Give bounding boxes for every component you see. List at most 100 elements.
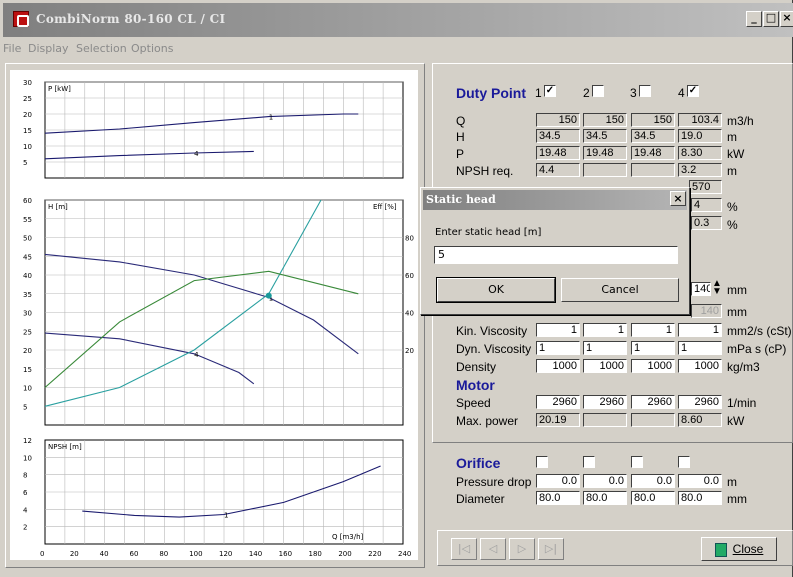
speed-unit: 1/min: [727, 396, 757, 410]
x-tick-label: 160: [279, 550, 292, 558]
dyn-visc-field-4[interactable]: 1: [678, 341, 722, 355]
static-head-input[interactable]: 5: [434, 246, 678, 264]
prev-record-button[interactable]: ◁: [480, 538, 506, 560]
x-tick-label: 20: [70, 550, 79, 558]
kin-visc-field-4[interactable]: 1: [678, 323, 722, 337]
density-field-4[interactable]: 1000: [678, 359, 722, 373]
pump-curves: 30 25 20 15 10 5 P [kW] 60 55 50 45 40 35 30 25 20 15 10 5…: [10, 70, 418, 560]
dyn-visc-field-3[interactable]: 1: [631, 341, 675, 355]
kin-visc-field-1[interactable]: 1: [536, 323, 580, 337]
col1-checkbox[interactable]: ✓: [544, 85, 556, 97]
col4-checkbox[interactable]: ✓: [687, 85, 699, 97]
close-button[interactable]: Close: [701, 537, 777, 561]
kin-visc-field-2[interactable]: 1: [583, 323, 627, 337]
pressure-drop-field-4[interactable]: 0.0: [678, 474, 722, 488]
col2-checkbox[interactable]: [592, 85, 604, 97]
series-label: 4: [194, 351, 199, 359]
col1-label: 1: [535, 86, 542, 100]
max-power-field-2: [583, 413, 627, 427]
x-tick-label: 180: [309, 550, 322, 558]
npsh-field-4: 3.2: [678, 163, 722, 177]
last-record-button[interactable]: ▷|: [538, 538, 564, 560]
impeller-dia-input[interactable]: 140: [691, 282, 711, 296]
q-field-3: 150: [631, 113, 675, 127]
y-axis-label: NPSH [m]: [48, 443, 82, 451]
max-power-field-3: [631, 413, 675, 427]
p-field-4: 8.30: [678, 146, 722, 160]
orifice-checkbox-2[interactable]: [583, 456, 595, 468]
orifice-checkbox-4[interactable]: [678, 456, 690, 468]
speed-field-2[interactable]: 2960: [583, 395, 627, 409]
orifice-checkbox-3[interactable]: [631, 456, 643, 468]
col2-label: 2: [583, 86, 590, 100]
dialog-close-button[interactable]: ×: [670, 191, 686, 206]
close-window-button[interactable]: ×: [780, 11, 793, 27]
speed-field-1[interactable]: 2960: [536, 395, 580, 409]
p-label: P: [456, 147, 465, 161]
density-field-2[interactable]: 1000: [583, 359, 627, 373]
y-tick-label: 8: [23, 472, 27, 480]
app-icon: [13, 11, 29, 27]
y-tick-label: 6: [23, 489, 28, 497]
cancel-button[interactable]: Cancel: [561, 278, 679, 302]
density-field-3[interactable]: 1000: [631, 359, 675, 373]
first-record-button[interactable]: |◁: [451, 538, 477, 560]
diameter-unit: mm: [727, 492, 747, 506]
dialog-title: Static head: [423, 190, 687, 210]
eff-unit: %: [727, 200, 738, 214]
h-field-3: 34.5: [631, 129, 675, 143]
eff2-field-4: 0.3: [691, 216, 722, 230]
y-tick-label: 10: [23, 385, 32, 393]
y-tick-label: 12: [23, 437, 32, 445]
npsh-label: NPSH req.: [456, 164, 514, 178]
menu-display[interactable]: Display: [28, 42, 69, 55]
menu-selection[interactable]: Selection: [76, 42, 127, 55]
diameter-field-4[interactable]: 80.0: [678, 491, 722, 505]
next-record-button[interactable]: ▷: [509, 538, 535, 560]
p-field-1: 19.48: [536, 146, 580, 160]
ok-button[interactable]: OK: [436, 277, 556, 303]
pressure-drop-field-2[interactable]: 0.0: [583, 474, 627, 488]
orifice-checkbox-1[interactable]: [536, 456, 548, 468]
static-head-dialog: Static head × Enter static head [m] 5 OK…: [420, 187, 690, 315]
y-tick-label: 45: [23, 253, 32, 261]
dyn-visc-field-1[interactable]: 1: [536, 341, 580, 355]
max-power-field-1: 20.19: [536, 413, 580, 427]
duty-point-marker: [265, 292, 272, 299]
navigation-bar: |◁ ◁ ▷ ▷| Close: [437, 530, 793, 566]
y-tick-label: 40: [23, 272, 32, 280]
maximize-button[interactable]: □: [763, 11, 779, 27]
eff-field-4: 4: [691, 198, 722, 212]
menu-options[interactable]: Options: [131, 42, 173, 55]
npsh-field-3: [631, 163, 675, 177]
minimize-button[interactable]: _: [746, 11, 762, 27]
diameter-field-3[interactable]: 80.0: [631, 491, 675, 505]
x-tick-label: 120: [219, 550, 232, 558]
diameter-field-2[interactable]: 80.0: [583, 491, 627, 505]
menu-file[interactable]: File: [3, 42, 21, 55]
pressure-drop-field-3[interactable]: 0.0: [631, 474, 675, 488]
diameter-field-1[interactable]: 80.0: [536, 491, 580, 505]
close-button-label: Close: [732, 542, 764, 556]
impeller-max-unit: mm: [727, 305, 747, 319]
dialog-prompt: Enter static head [m]: [435, 227, 542, 238]
orifice-section: Orifice Pressure drop 0.0 0.0 0.0 0.0 m …: [437, 445, 793, 525]
impeller-dia-spinner[interactable]: ▲ ▼: [712, 279, 722, 297]
pressure-drop-unit: m: [727, 475, 737, 489]
pressure-drop-field-1[interactable]: 0.0: [536, 474, 580, 488]
dyn-visc-field-2[interactable]: 1: [583, 341, 627, 355]
speed-field-3[interactable]: 2960: [631, 395, 675, 409]
y-tick-label: 10: [23, 143, 32, 151]
impeller-dia-unit: mm: [727, 283, 747, 297]
speed-field-4[interactable]: 2960: [678, 395, 722, 409]
q-label: Q: [456, 114, 466, 128]
window-title: CombiNorm 80-160 CL / CI: [36, 12, 226, 26]
col3-checkbox[interactable]: [639, 85, 651, 97]
density-field-1[interactable]: 1000: [536, 359, 580, 373]
col4-label: 4: [678, 86, 685, 100]
x-tick-label: 80: [159, 550, 168, 558]
kin-visc-field-3[interactable]: 1: [631, 323, 675, 337]
dyn-visc-label: Dyn. Viscosity: [456, 342, 532, 356]
x-tick-label: 40: [100, 550, 109, 558]
x-tick-label: 60: [130, 550, 139, 558]
